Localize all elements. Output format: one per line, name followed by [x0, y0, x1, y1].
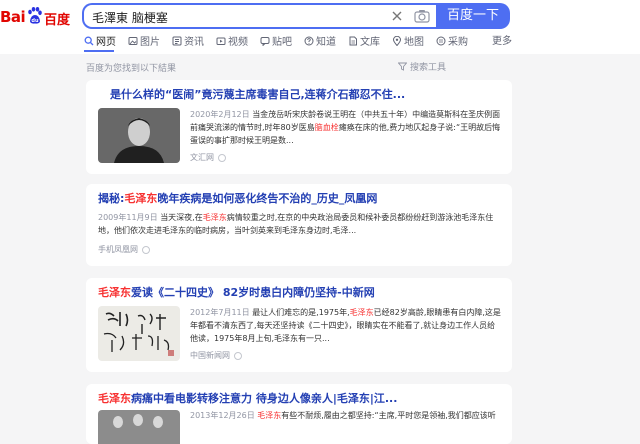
result-card: 毛泽东爱读《二十四史》 82岁时患白内障仍坚持-中新网 2012年7月11日 最…	[86, 278, 512, 372]
result-date: 2009年11月9日	[98, 213, 158, 222]
tab-label: 网页	[96, 37, 116, 48]
question-icon	[304, 36, 314, 46]
title-text: 揭秘:	[98, 192, 125, 205]
filter-icon	[397, 62, 408, 71]
baidu-logo[interactable]: Bai du 百度	[0, 6, 78, 30]
result-date: 2012年7月11日	[190, 308, 250, 317]
svg-text:du: du	[31, 18, 39, 24]
result-snippet: 2020年2月12日 当金茂岳听宋庆龄卷说王明在（中共五十年）中编造莫斯科在圣庆…	[190, 108, 502, 148]
tab-web[interactable]: 网页	[84, 36, 116, 54]
tab-images[interactable]: 图片	[128, 36, 160, 54]
source-info-icon[interactable]	[234, 352, 242, 360]
tab-label: 视频	[228, 37, 248, 48]
tab-label: 图片	[140, 37, 160, 48]
search-button[interactable]: 百度一下	[436, 3, 510, 29]
news-icon	[172, 36, 182, 46]
tab-news[interactable]: 资讯	[172, 36, 204, 54]
results-info-bar: 百度为您找到以下結果 搜索工具	[0, 54, 640, 76]
result-snippet: 2013年12月26日 毛泽东有些不耐烦,履由之都坚持:“主席,平时您是领袖,我…	[190, 409, 502, 423]
result-title-link[interactable]: 毛泽东病痛中看电影转移注意力 待身边人像亲人|毛泽东|江...	[98, 390, 502, 406]
image-icon	[128, 37, 138, 45]
camera-icon[interactable]	[414, 9, 430, 23]
result-thumbnail[interactable]	[98, 306, 180, 361]
result-snippet: 2009年11月9日 当天深夜,在毛泽东病情较重之时,在京的中央政治局委员和候补…	[98, 211, 502, 239]
tieba-icon	[260, 37, 270, 46]
source-name: 文汇网	[190, 153, 214, 162]
snippet-highlight: 脑血栓	[314, 123, 339, 132]
search-tools-button[interactable]: 搜索工具	[397, 60, 447, 73]
cart-icon	[436, 36, 446, 46]
document-icon	[349, 36, 357, 46]
tab-purchase[interactable]: 采购	[436, 36, 468, 54]
source-info-icon[interactable]	[142, 246, 150, 254]
snippet-highlight: 毛泽东	[349, 308, 374, 317]
tab-label: 文库	[360, 37, 380, 48]
result-title-link[interactable]: 揭秘:毛泽东晚年疾病是如何恶化终告不治的_历史_凤凰网	[98, 190, 502, 206]
portrait-photo	[98, 108, 180, 163]
paw-logo-icon: du	[28, 7, 42, 24]
tab-label: 更多	[492, 36, 512, 47]
result-date: 2013年12月26日	[190, 411, 255, 420]
tab-label: 贴吧	[272, 37, 292, 48]
tab-label: 知道	[316, 37, 336, 48]
search-tools-label: 搜索工具	[410, 63, 447, 73]
group-photo	[98, 410, 180, 444]
search-box[interactable]	[82, 3, 436, 29]
result-card: 毛泽东病痛中看电影转移注意力 待身边人像亲人|毛泽东|江... 2013年12月…	[86, 384, 512, 444]
header: Bai du 百度 百度一下 网页 图片 资讯	[0, 0, 640, 54]
title-highlight: 毛泽东	[98, 286, 131, 299]
result-card: 揭秘:毛泽东晚年疾病是如何恶化终告不治的_历史_凤凰网 2009年11月9日 当…	[86, 184, 512, 266]
video-icon	[216, 37, 226, 45]
source-name: 手机凤凰网	[98, 245, 138, 254]
source-name: 中国新闻网	[190, 351, 230, 360]
title-text: 晚年疾病是如何恶化终告不治的_历史_凤凰网	[157, 192, 378, 205]
tab-label: 资讯	[184, 37, 204, 48]
tab-more[interactable]: 更多	[492, 36, 512, 54]
result-date: 2020年2月12日	[190, 110, 250, 119]
active-tab-underline	[84, 50, 114, 52]
result-thumbnail[interactable]	[98, 410, 180, 444]
tab-label: 地图	[404, 37, 424, 48]
tab-video[interactable]: 视频	[216, 36, 248, 54]
tab-map[interactable]: 地图	[392, 36, 424, 54]
result-snippet: 2012年7月11日 最让人们难忘的是,1975年,毛泽东已经82岁高龄,眼睛患…	[190, 306, 502, 346]
result-source[interactable]: 文汇网	[190, 152, 226, 163]
tab-wenku[interactable]: 文库	[348, 36, 380, 54]
clear-icon[interactable]	[390, 9, 404, 23]
snippet-text: 最让人们难忘的是,1975年,	[252, 308, 350, 317]
title-highlight: 毛泽东	[98, 392, 131, 405]
title-highlight: 毛泽东	[124, 192, 158, 205]
tab-label: 采购	[448, 37, 468, 48]
search-input[interactable]	[92, 8, 372, 26]
logo-text-latin: Bai	[0, 8, 26, 26]
logo-text-cn: 百度	[44, 13, 71, 28]
snippet-highlight: 毛泽东	[202, 213, 227, 222]
result-title-link[interactable]: 是什么样的“医闹”竟污蔑主席毒害自己,连蒋介石都忍不住...	[110, 86, 500, 102]
search-icon	[84, 36, 94, 46]
source-info-icon[interactable]	[218, 154, 226, 162]
tab-zhidao[interactable]: 知道	[304, 36, 336, 54]
result-title-link[interactable]: 毛泽东爱读《二十四史》 82岁时患白内障仍坚持-中新网	[98, 284, 502, 300]
snippet-highlight: 毛泽东	[257, 411, 282, 420]
tab-tieba[interactable]: 贴吧	[260, 36, 292, 54]
result-thumbnail[interactable]	[98, 108, 180, 163]
calligraphy-photo	[98, 306, 180, 361]
results-count-hint: 百度为您找到以下結果	[86, 64, 177, 74]
map-icon	[392, 36, 402, 46]
snippet-text: 病情较重之时,在京的中央政治局委员和候补委员都纷纷赶到游泳池毛泽东住地，他们依次…	[98, 213, 494, 235]
title-text: 病痛中看电影转移注意力 待身边人像亲人|毛泽东|江...	[131, 392, 398, 405]
result-card: 是什么样的“医闹”竟污蔑主席毒害自己,连蒋介石都忍不住... 2020年2月12…	[86, 80, 512, 174]
result-source[interactable]: 中国新闻网	[190, 350, 242, 361]
snippet-text: 当天深夜,在	[160, 213, 203, 222]
result-source[interactable]: 手机凤凰网	[98, 244, 150, 255]
title-text: 爱读《二十四史》 82岁时患白内障仍坚持-中新网	[131, 286, 375, 299]
